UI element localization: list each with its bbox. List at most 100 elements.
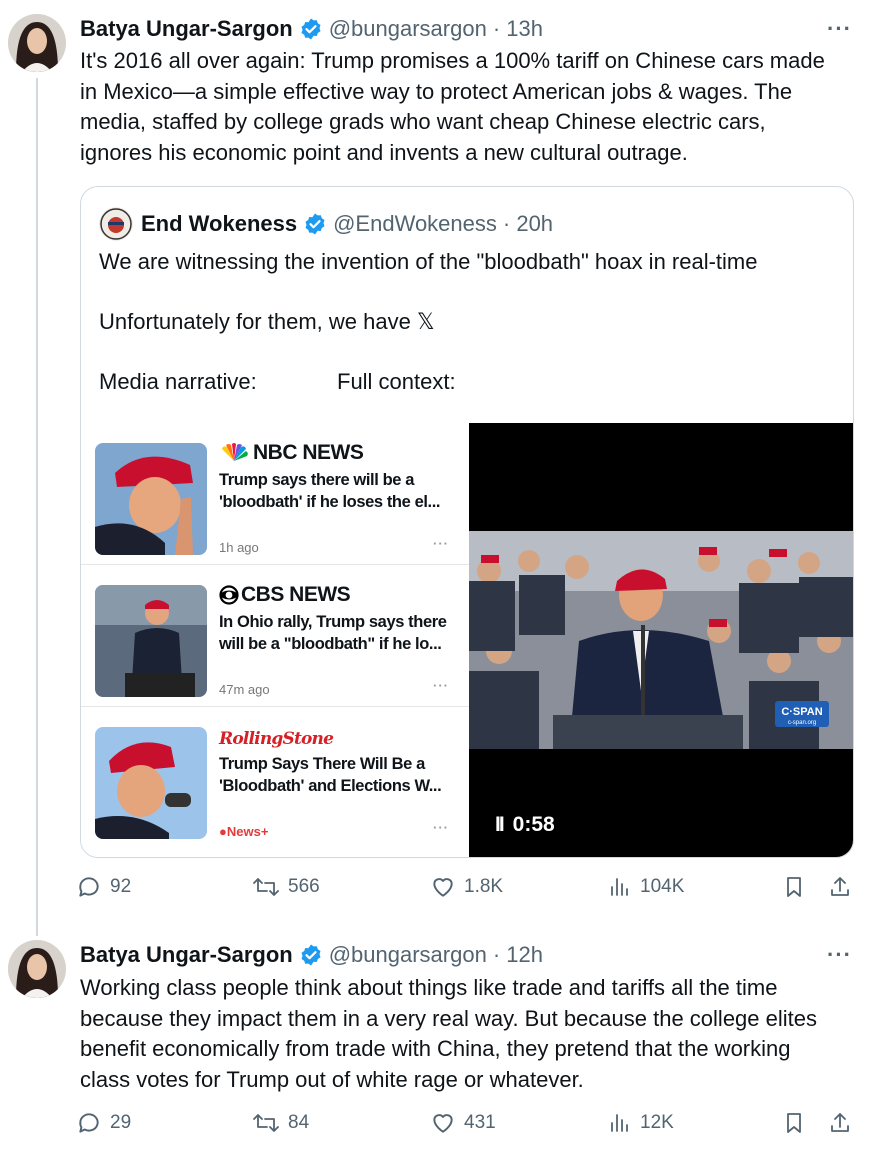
bookmark-icon [787, 1113, 801, 1133]
views-count: 104K [640, 876, 685, 897]
headline-line: Trump says there will be a [219, 471, 415, 489]
news-thumbnail [95, 585, 207, 697]
quoted-author-name[interactable]: End Wokeness [141, 211, 297, 237]
cbs-eye-icon [219, 585, 239, 605]
news-headline: Trump Says There Will Be a 'Bloodbath' a… [219, 753, 459, 797]
quoted-tweet-header: End Wokeness @EndWokeness · 20h [141, 209, 553, 239]
headline-line: will be a "bloodbath" if he lo... [219, 635, 442, 653]
news-source-nbc: NBC NEWS [219, 441, 364, 465]
tweet-text: It's 2016 all over again: Trump promises… [80, 46, 864, 168]
like-button[interactable]: 1.8K [430, 874, 503, 900]
like-button[interactable]: 431 [430, 1110, 496, 1136]
video-playback-status[interactable]: II 0:58 [495, 813, 555, 837]
tweet-text-line: because they impact them in a very real … [80, 1005, 817, 1031]
bookmark-button[interactable] [782, 1110, 814, 1136]
share-icon [831, 1113, 849, 1132]
full-context-label: Full context: [337, 369, 456, 394]
news-screenshot-image[interactable]: NBC NEWS Trump says there will be a 'blo… [81, 423, 469, 857]
bookmark-button[interactable] [782, 874, 814, 900]
tweet-text-line: Working class people think about things … [80, 975, 778, 1000]
video-timestamp: 0:58 [512, 813, 555, 836]
reply-button[interactable]: 92 [76, 874, 131, 900]
tweet-actions-bar: 29 84 431 12K [76, 1110, 856, 1142]
tweet-2[interactable]: Batya Ungar-Sargon @bungarsargon · 12h ·… [0, 930, 878, 1160]
quoted-tweet-time[interactable]: · 20h [503, 211, 553, 237]
news-source-rollingstone: RollingStone [219, 729, 334, 749]
like-count: 1.8K [464, 876, 504, 897]
tweet-actions-bar: 92 566 1.8K 104K [76, 874, 856, 906]
views-button[interactable]: 12K [608, 1110, 674, 1136]
share-button[interactable] [828, 1110, 860, 1136]
repost-count: 566 [288, 876, 320, 897]
tweet-text-line: media, staffed by college grads who want… [80, 109, 766, 134]
repost-button[interactable]: 566 [252, 874, 320, 900]
cspan-watermark-url: c-span.org [788, 720, 816, 726]
news-more-icon: ··· [433, 536, 449, 551]
heart-icon [433, 878, 453, 897]
quoted-author-handle[interactable]: @EndWokeness [333, 211, 497, 237]
news-item-nbc: NBC NEWS Trump says there will be a 'blo… [81, 423, 469, 565]
more-options-icon[interactable]: ··· [827, 942, 852, 968]
bookmark-icon [787, 877, 801, 897]
news-more-icon: ··· [433, 678, 449, 693]
repost-icon [253, 1114, 279, 1132]
share-icon [831, 877, 849, 896]
tweet-text-line: benefit economically from trade with Chi… [80, 1036, 791, 1061]
repost-button[interactable]: 84 [252, 1110, 309, 1136]
reply-count: 92 [110, 876, 132, 897]
verified-badge-icon [299, 17, 323, 41]
verified-badge-icon [299, 943, 323, 967]
views-button[interactable]: 104K [608, 874, 684, 900]
headline-line: Trump Says There Will Be a [219, 755, 425, 773]
tweet-text-line: class votes for Trump out of white rage … [80, 1066, 584, 1092]
reply-icon [79, 1113, 99, 1133]
views-chart-icon [611, 878, 628, 896]
news-time-ago: 47m ago [219, 682, 270, 697]
tweet-1[interactable]: Batya Ungar-Sargon @bungarsargon · 13h ·… [0, 0, 878, 930]
author-avatar[interactable] [8, 940, 66, 998]
tweet-header: Batya Ungar-Sargon @bungarsargon · 12h [80, 940, 543, 970]
pause-icon[interactable]: II [495, 813, 505, 836]
author-handle[interactable]: @bungarsargon [329, 942, 487, 968]
tweet-text-line: It's 2016 all over again: Trump promises… [80, 48, 825, 73]
quoted-author-avatar[interactable] [99, 207, 133, 241]
share-button[interactable] [828, 874, 860, 900]
headline-line: 'Bloodbath' and Elections W... [219, 777, 442, 795]
headline-line: In Ohio rally, Trump says there [219, 613, 447, 631]
tweet-text: Working class people think about things … [80, 973, 864, 1095]
author-name[interactable]: Batya Ungar-Sargon [80, 942, 293, 968]
cspan-watermark: C·SPAN [781, 706, 822, 718]
author-name[interactable]: Batya Ungar-Sargon [80, 16, 293, 42]
apple-logo-icon: ● [219, 824, 227, 839]
reply-button[interactable]: 29 [76, 1110, 131, 1136]
tweet-text-line: in Mexico—a simple effective way to prot… [80, 78, 793, 104]
tweet-time[interactable]: · 13h [493, 16, 543, 42]
author-handle[interactable]: @bungarsargon [329, 16, 487, 42]
news-source-label: CBS NEWS [241, 583, 351, 606]
tweet-text-line: ignores his economic point and invents a… [80, 139, 688, 165]
news-source-label: NBC NEWS [253, 441, 364, 464]
verified-badge-icon [303, 212, 327, 236]
reply-icon [79, 877, 99, 897]
quoted-tweet-line: We are witnessing the invention of the "… [99, 249, 758, 274]
like-count: 431 [464, 1112, 496, 1133]
video-frame: C·SPAN c-span.org [469, 531, 853, 749]
tweet-header: Batya Ungar-Sargon @bungarsargon · 13h [80, 14, 543, 44]
news-source-cbs: CBS NEWS [219, 583, 351, 607]
video-player[interactable]: C·SPAN c-span.org II 0:58 [469, 423, 853, 857]
author-avatar[interactable] [8, 14, 66, 72]
repost-count: 84 [288, 1112, 310, 1133]
quoted-tweet-card[interactable]: End Wokeness @EndWokeness · 20h We are w… [80, 186, 854, 858]
heart-icon [433, 1114, 453, 1133]
news-thumbnail [95, 727, 207, 839]
more-options-icon[interactable]: ··· [827, 16, 852, 42]
tweet-time[interactable]: · 12h [493, 942, 543, 968]
repost-icon [253, 878, 279, 896]
apple-news-plus-label: ●News+ [219, 824, 268, 839]
news-thumbnail [95, 443, 207, 555]
views-count: 12K [640, 1112, 674, 1133]
news-headline: In Ohio rally, Trump says there will be … [219, 611, 459, 655]
news-plus-text: News+ [226, 824, 269, 839]
news-item-cbs: CBS NEWS In Ohio rally, Trump says there… [81, 565, 469, 707]
nbc-peacock-icon [222, 443, 248, 461]
